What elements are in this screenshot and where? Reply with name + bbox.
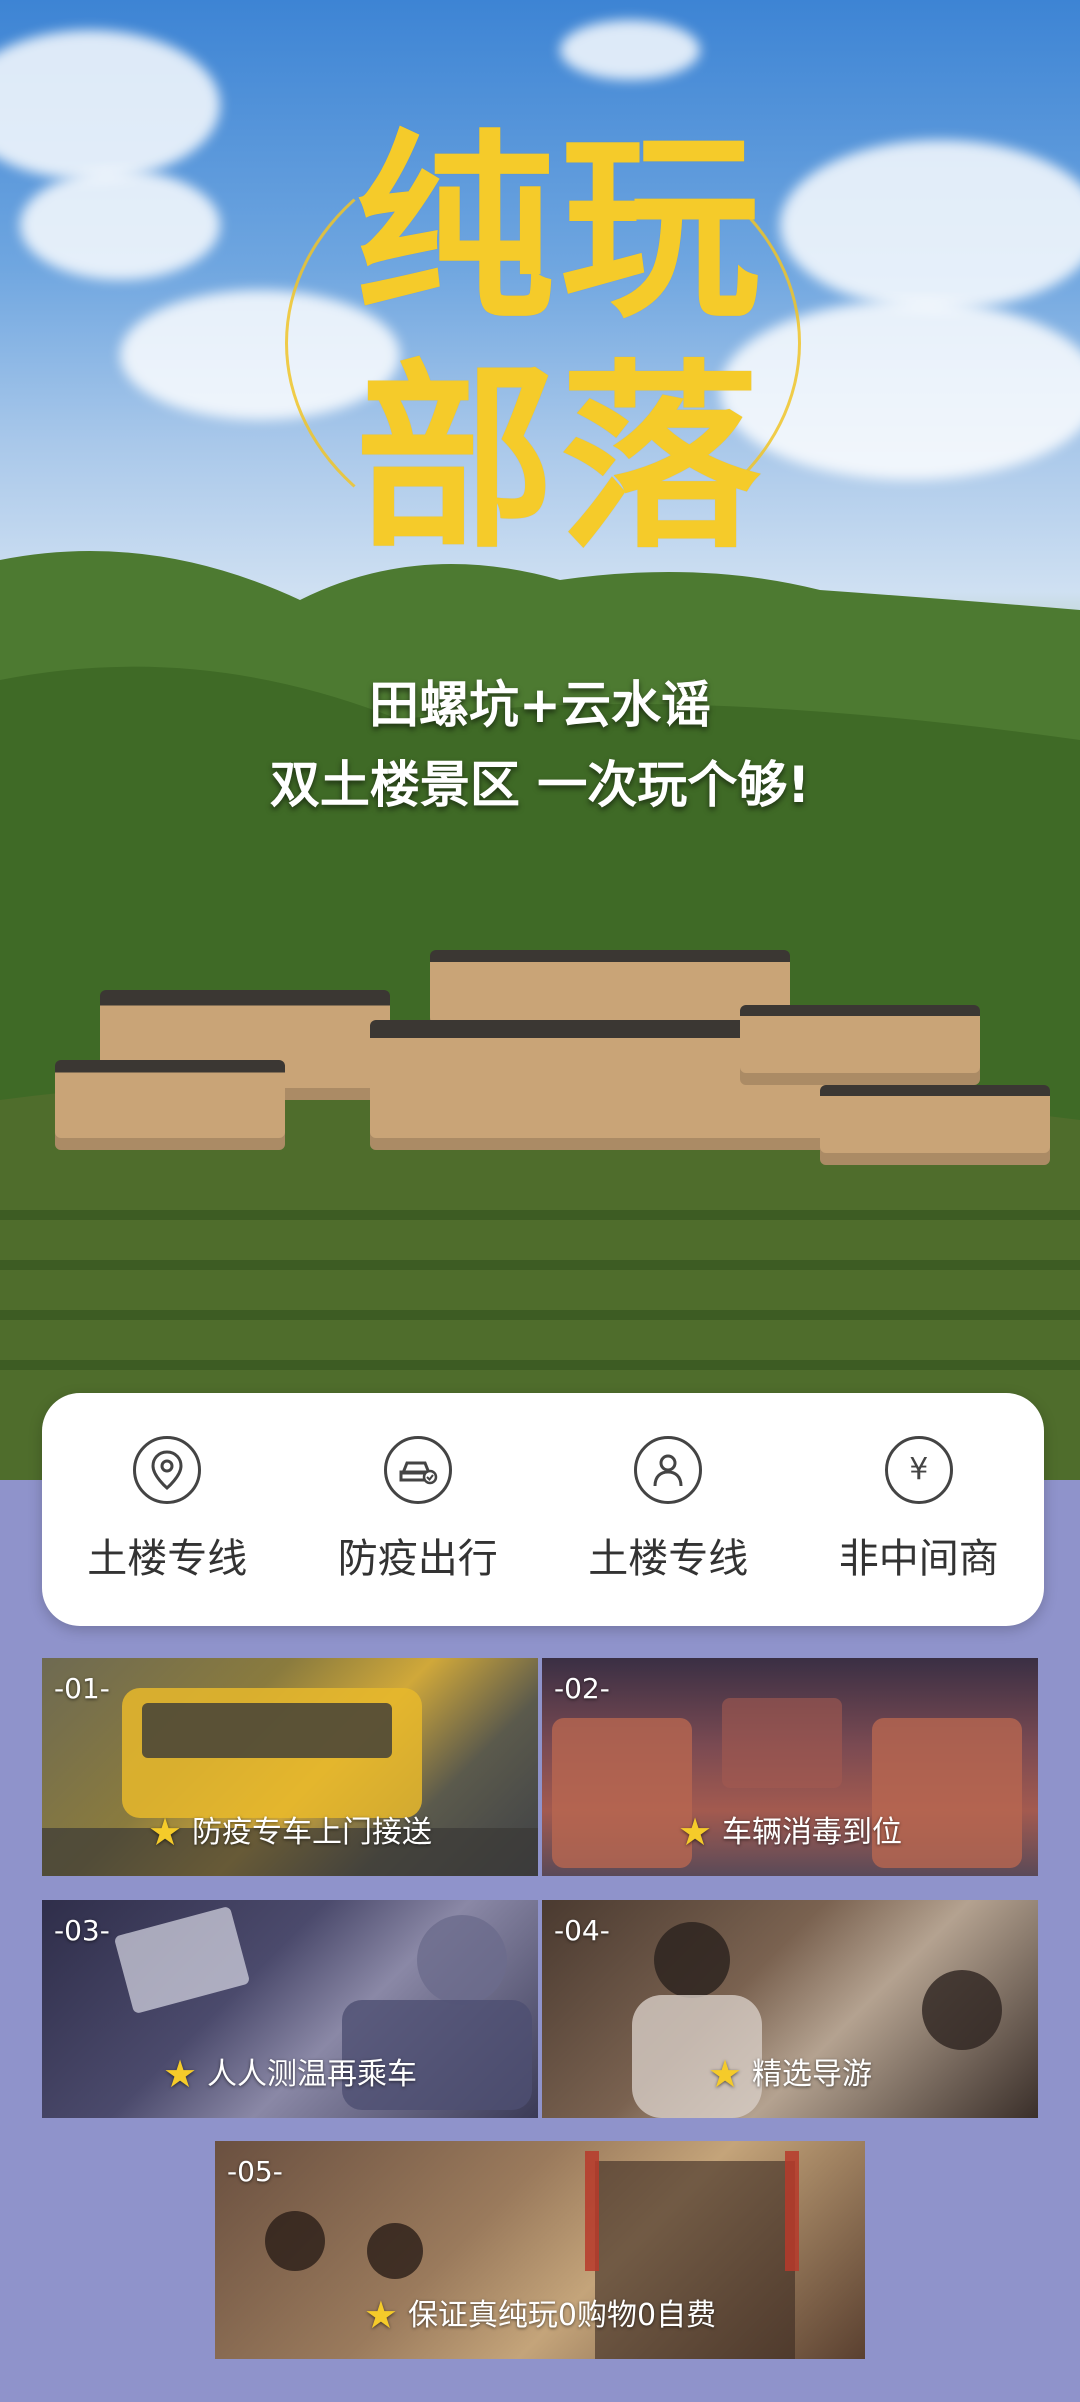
location-pin-icon <box>133 1435 202 1504</box>
card-caption-text: 车辆消毒到位 <box>722 1815 903 1850</box>
feature-label: 非中间商 <box>838 1535 999 1582</box>
feature-label: 防疫出行 <box>337 1535 498 1582</box>
card-04[interactable]: -04- ★ 精选导游 <box>542 1900 1038 2118</box>
hero-banner: 纯 玩 部 落 田螺坑+云水谣 双土楼景区 一次玩个够! <box>0 0 1080 1480</box>
title-char-4: 落 <box>560 343 761 576</box>
card-caption-text: 精选导游 <box>752 2057 873 2092</box>
title-char-3: 部 <box>355 343 556 576</box>
feature-item[interactable]: 防疫出行 <box>308 1435 528 1584</box>
star-icon: ★ <box>147 1810 183 1854</box>
person-icon <box>634 1435 703 1504</box>
feature-label: 土楼专线 <box>588 1535 749 1582</box>
card-caption: ★ 车辆消毒到位 <box>542 1807 1038 1854</box>
card-caption: ★ 防疫专车上门接送 <box>42 1807 538 1854</box>
card-caption-text: 保证真纯玩0购物0自费 <box>407 2298 717 2333</box>
card-number: -02- <box>554 1672 610 1705</box>
star-icon: ★ <box>363 2293 398 2337</box>
card-caption: ★ 保证真纯玩0购物0自费 <box>215 2290 865 2337</box>
card-caption: ★ 精选导游 <box>542 2049 1038 2096</box>
tulou-building <box>820 1085 1050 1165</box>
feature-bar: 土楼专线 防疫出行 土楼专线 ¥ 非中间商 <box>42 1393 1044 1626</box>
card-number: -04- <box>554 1914 610 1947</box>
title-char-1: 纯 <box>355 113 556 346</box>
subtitle-line-1: 田螺坑+云水谣 <box>369 676 711 734</box>
star-icon: ★ <box>677 1810 713 1854</box>
feature-item[interactable]: ¥ 非中间商 <box>809 1435 1029 1584</box>
card-01[interactable]: -01- ★ 防疫专车上门接送 <box>42 1658 538 1876</box>
feature-item[interactable]: 土楼专线 <box>558 1435 778 1584</box>
card-caption: ★ 人人测温再乘车 <box>42 2049 538 2096</box>
card-caption-text: 人人测温再乘车 <box>207 2057 418 2092</box>
card-caption-text: 防疫专车上门接送 <box>192 1815 433 1850</box>
car-check-icon <box>383 1435 452 1504</box>
tulou-building <box>740 1005 980 1085</box>
card-02[interactable]: -02- ★ 车辆消毒到位 <box>542 1658 1038 1876</box>
card-05[interactable]: -05- ★ 保证真纯玩0购物0自费 <box>215 2141 865 2359</box>
card-number: -03- <box>54 1914 110 1947</box>
feature-item[interactable]: 土楼专线 <box>57 1435 277 1584</box>
yen-icon: ¥ <box>884 1435 953 1504</box>
star-icon: ★ <box>162 2052 198 2096</box>
card-03[interactable]: -03- ★ 人人测温再乘车 <box>42 1900 538 2118</box>
tulou-building <box>55 1060 285 1150</box>
subtitle-line-2: 双土楼景区 一次玩个够! <box>269 756 811 814</box>
star-icon: ★ <box>707 2052 743 2096</box>
title-char-2: 玩 <box>560 113 761 346</box>
card-number: -01- <box>54 1672 110 1705</box>
feature-label: 土楼专线 <box>87 1535 248 1582</box>
card-number: -05- <box>227 2155 283 2188</box>
